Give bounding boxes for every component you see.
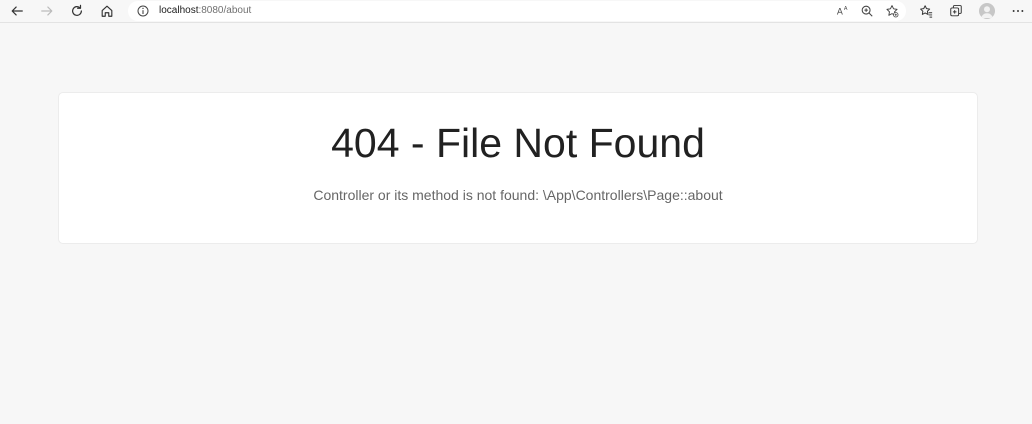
error-card: 404 - File Not Found Controller or its m… — [58, 92, 978, 244]
refresh-icon — [72, 4, 82, 16]
profile-avatar[interactable] — [979, 3, 995, 19]
more-menu-icon — [1012, 10, 1024, 12]
info-icon[interactable] — [137, 5, 149, 17]
svg-text:A: A — [837, 8, 843, 18]
browser-toolbar: localhost:8080/about A A — [0, 0, 1032, 23]
error-title: 404 - File Not Found — [331, 120, 705, 166]
collections-icon — [950, 5, 962, 17]
read-aloud-icon[interactable]: A A — [836, 4, 850, 18]
svg-text:A: A — [844, 6, 848, 12]
error-message: Controller or its method is not found: \… — [313, 187, 723, 203]
home-button[interactable] — [96, 0, 118, 22]
address-bar[interactable]: localhost:8080/about A A — [128, 1, 906, 21]
url-text[interactable]: localhost:8080/about — [159, 4, 251, 18]
more-menu-button[interactable] — [1007, 0, 1029, 22]
url-path: :8080/about — [198, 5, 252, 16]
collections-button[interactable] — [945, 0, 967, 22]
url-host: localhost — [159, 5, 199, 16]
refresh-button[interactable] — [66, 0, 88, 22]
add-favorite-icon[interactable] — [885, 4, 899, 18]
favorites-icon — [920, 5, 933, 18]
person-icon — [981, 6, 993, 18]
arrow-left-icon — [11, 6, 23, 16]
forward-button[interactable] — [36, 0, 58, 22]
favorites-button[interactable] — [915, 0, 937, 22]
zoom-icon[interactable] — [860, 4, 874, 18]
back-button[interactable] — [6, 0, 28, 22]
home-icon — [101, 5, 113, 17]
arrow-right-icon — [41, 6, 53, 16]
